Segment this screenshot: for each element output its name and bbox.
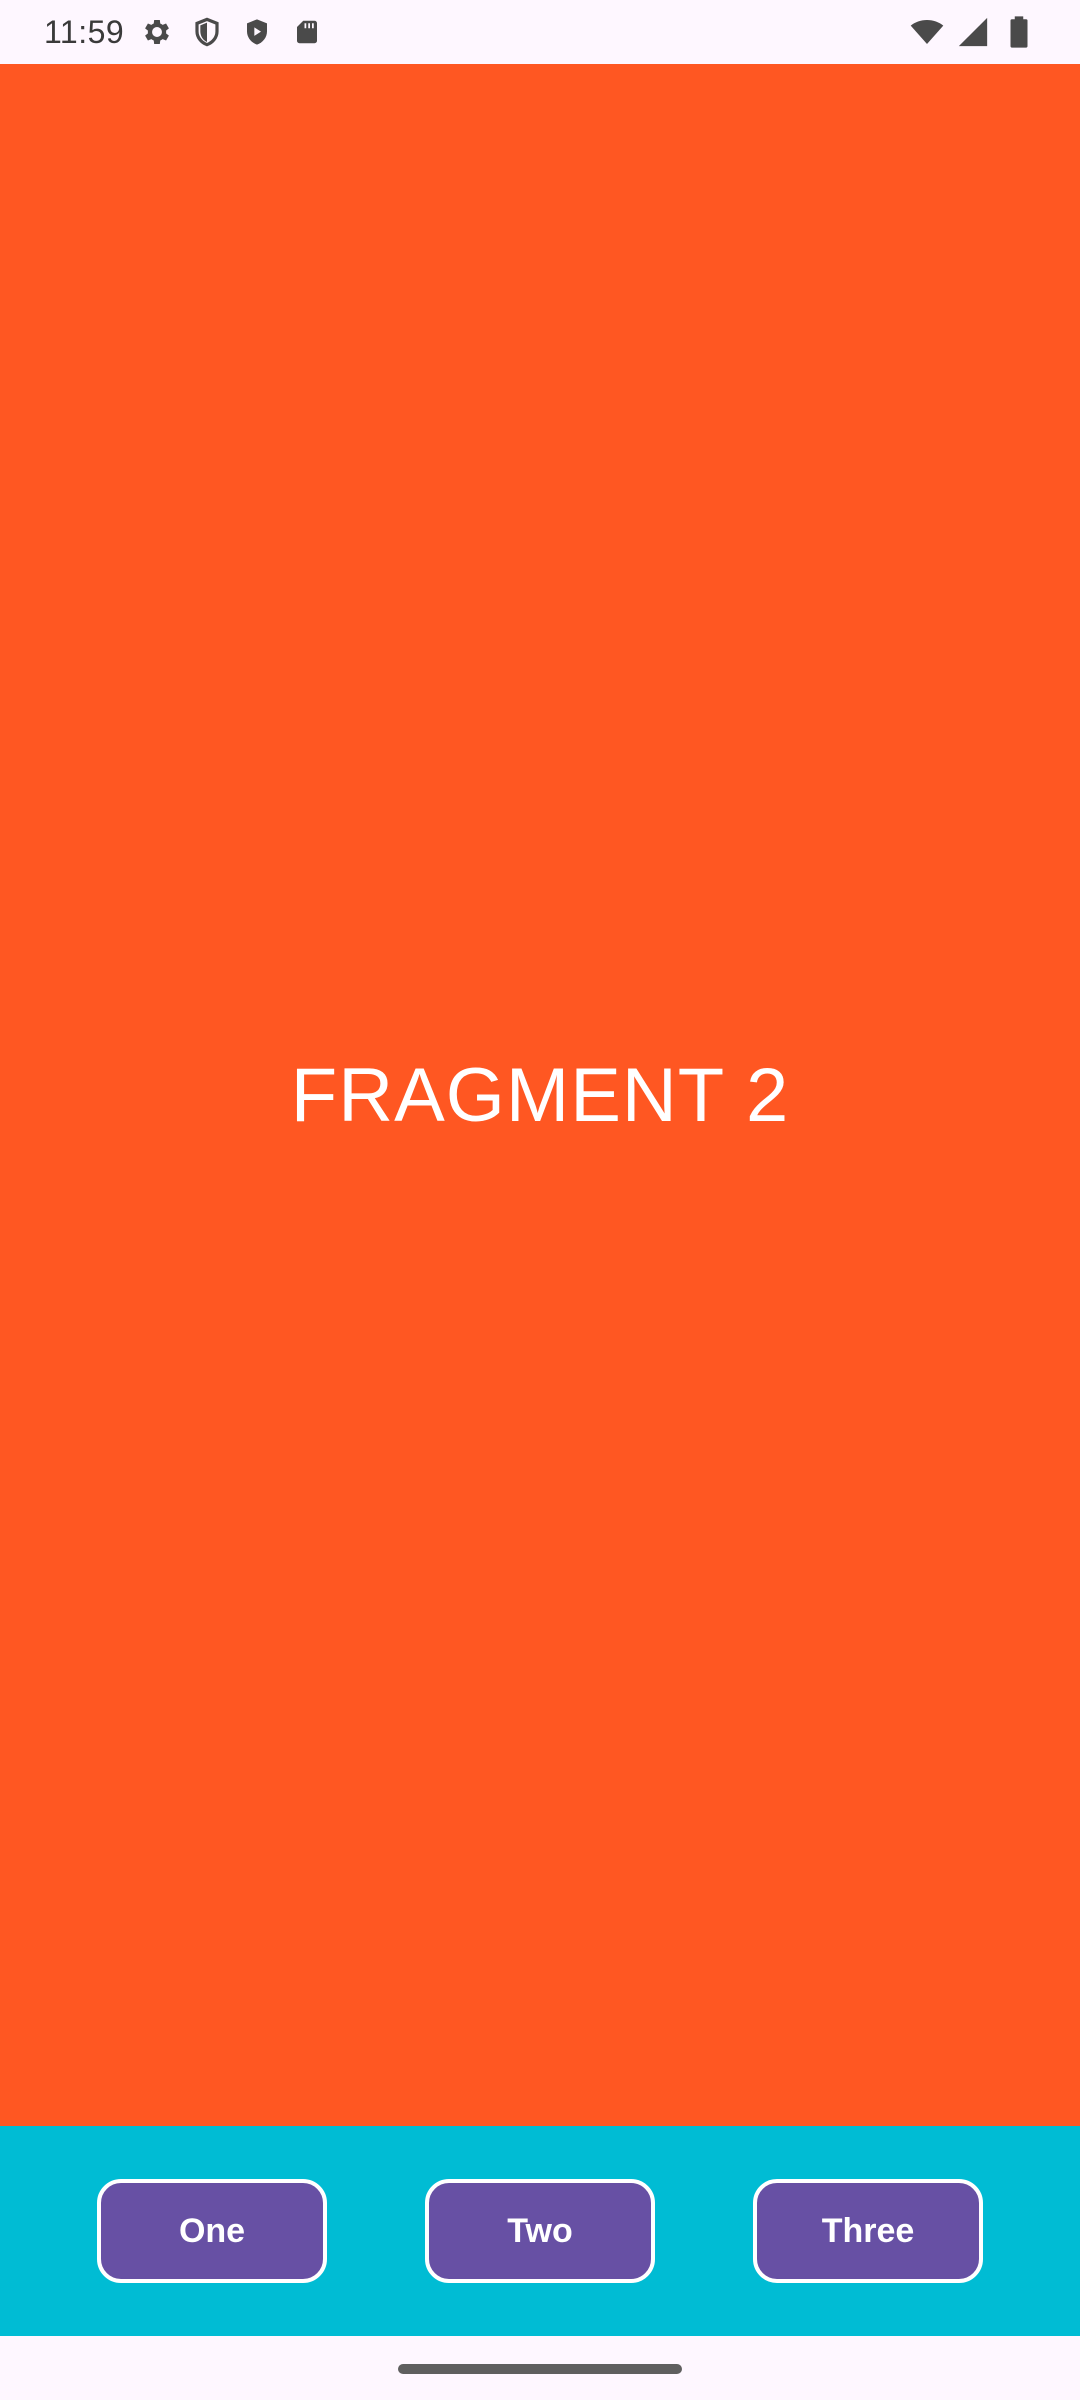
button-two[interactable]: Two xyxy=(425,2179,655,2283)
bottom-button-bar: One Two Three xyxy=(0,2126,1080,2336)
shield-outline-icon xyxy=(190,15,224,49)
button-three[interactable]: Three xyxy=(753,2179,983,2283)
sd-card-icon xyxy=(290,15,324,49)
gesture-handle[interactable] xyxy=(398,2364,682,2374)
shield-play-icon xyxy=(240,15,274,49)
status-right xyxy=(910,15,1036,49)
button-one[interactable]: One xyxy=(97,2179,327,2283)
wifi-icon xyxy=(910,15,944,49)
cell-signal-icon xyxy=(956,15,990,49)
gesture-nav-area xyxy=(0,2336,1080,2400)
status-bar: 11:59 xyxy=(0,0,1080,64)
fragment-title: FRAGMENT 2 xyxy=(290,1052,790,1138)
clock: 11:59 xyxy=(44,13,125,50)
battery-icon xyxy=(1002,15,1036,49)
fragment-container: FRAGMENT 2 xyxy=(0,64,1080,2126)
gear-icon xyxy=(140,15,174,49)
status-left: 11:59 xyxy=(44,14,324,51)
